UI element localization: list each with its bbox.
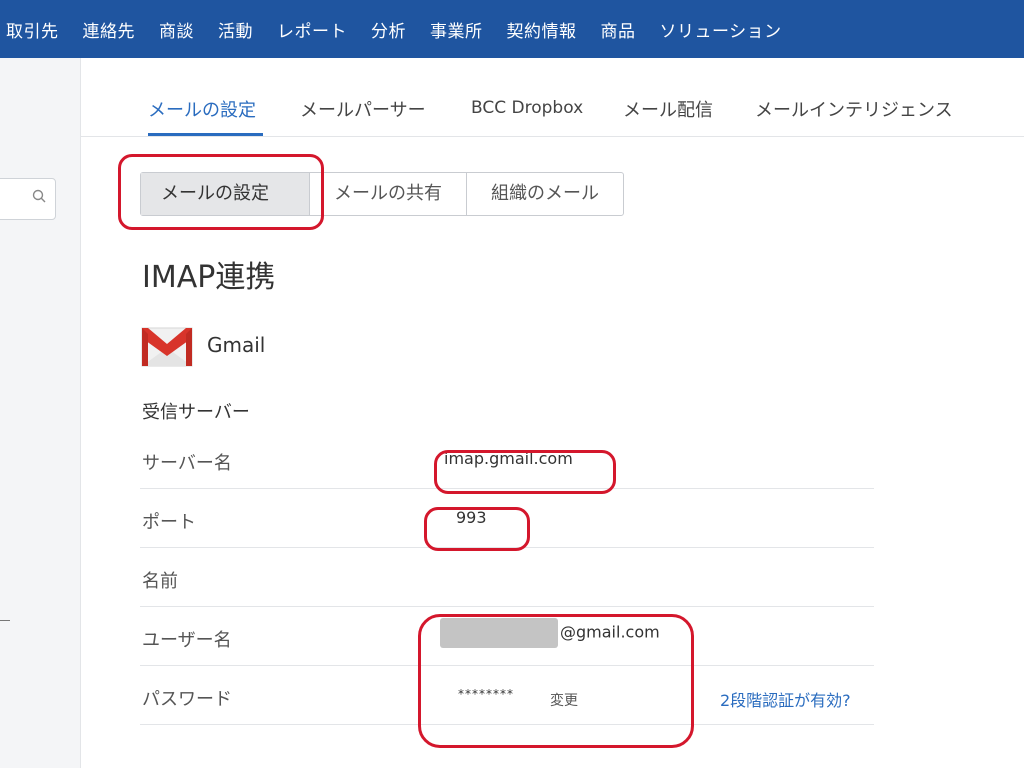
password-label: パスワード [142, 689, 232, 710]
row-port: ポート 993 [140, 488, 874, 548]
left-sidebar [0, 58, 81, 768]
port-value: 993 [456, 508, 487, 527]
row-password: パスワード ******** 変更 2段階認証が有効? [140, 665, 874, 725]
sidebar-divider [0, 620, 10, 621]
server-name-label: サーバー名 [142, 453, 232, 474]
nav-item-accounts[interactable]: 取引先 [6, 17, 59, 42]
settings-tabs: メールの設定 メールパーサー BCC Dropbox メール配信 メールインテリ… [80, 58, 1024, 137]
tab-mail-parser[interactable]: メールパーサー [300, 96, 426, 122]
sidebar-search-input[interactable] [0, 178, 56, 220]
nav-item-solutions[interactable]: ソリューション [660, 17, 782, 42]
tab-mail-delivery[interactable]: メール配信 [623, 96, 713, 122]
segment-org-mail[interactable]: 組織のメール [466, 173, 623, 215]
username-label: ユーザー名 [142, 630, 232, 651]
tab-mail-intelligence[interactable]: メールインテリジェンス [755, 96, 953, 122]
tab-bcc-dropbox[interactable]: BCC Dropbox [471, 98, 583, 118]
nav-item-activities[interactable]: 活動 [218, 17, 253, 42]
row-server-name: サーバー名 imap.gmail.com [140, 429, 874, 489]
row-username: ユーザー名 @gmail.com [140, 606, 874, 666]
nav-item-deals[interactable]: 商談 [159, 17, 194, 42]
incoming-server-heading: 受信サーバー [142, 402, 250, 423]
segment-mail-settings[interactable]: メールの設定 [141, 173, 309, 215]
segment-mail-sharing[interactable]: メールの共有 [309, 173, 466, 215]
change-password-link[interactable]: 変更 [550, 690, 578, 710]
port-label: ポート [142, 512, 196, 533]
row-name: 名前 [140, 547, 874, 607]
search-icon [32, 189, 46, 203]
name-label: 名前 [142, 571, 178, 592]
gmail-icon [141, 327, 193, 367]
nav-item-contacts[interactable]: 連絡先 [83, 17, 136, 42]
mail-settings-segmented-control: メールの設定 メールの共有 組織のメール [140, 172, 624, 216]
nav-item-offices[interactable]: 事業所 [430, 17, 483, 42]
password-masked-value: ******** [458, 687, 514, 701]
nav-item-contracts[interactable]: 契約情報 [507, 17, 577, 42]
tab-mail-settings[interactable]: メールの設定 [148, 96, 256, 122]
nav-item-reports[interactable]: レポート [277, 17, 347, 42]
masked-username [440, 618, 558, 648]
username-value: @gmail.com [440, 618, 660, 648]
top-navigation-bar: 取引先 連絡先 商談 活動 レポート 分析 事業所 契約情報 商品 ソリューショ… [0, 0, 1024, 58]
two-step-auth-link[interactable]: 2段階認証が有効? [720, 687, 851, 711]
active-tab-indicator [148, 133, 263, 136]
username-domain: @gmail.com [560, 622, 660, 642]
page-title: IMAP連携 [142, 260, 276, 295]
nav-item-analytics[interactable]: 分析 [371, 17, 406, 42]
server-name-value: imap.gmail.com [444, 449, 573, 468]
nav-item-products[interactable]: 商品 [601, 17, 636, 42]
provider-name: Gmail [207, 333, 266, 357]
